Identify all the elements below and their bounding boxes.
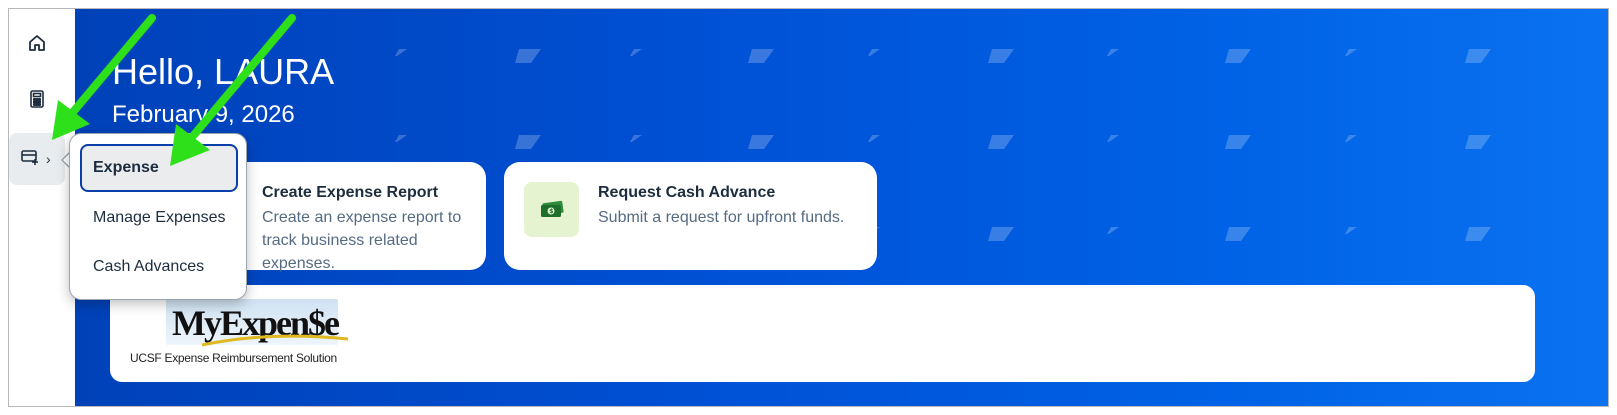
pattern-shape [1107, 135, 1119, 142]
pattern-shape [988, 135, 1014, 149]
calculator-icon [27, 89, 47, 114]
request-cash-advance-card[interactable]: $ Request Cash Advance Submit a request … [504, 162, 877, 270]
pattern-shape [515, 49, 541, 63]
logo-banner: MyExpen$e UCSF Expense Reimbursement Sol… [110, 285, 1535, 382]
logo-swoosh [201, 334, 349, 347]
pattern-shape [988, 49, 1014, 63]
expense-popover-menu: Expense Manage Expenses Cash Advances [69, 133, 247, 300]
menu-item-cash-advances[interactable]: Cash Advances [80, 243, 238, 291]
pattern-shape [1225, 227, 1251, 241]
card-title: Create Expense Report [262, 184, 439, 201]
card-description: Submit a request for upfront funds. [598, 209, 845, 226]
chevron-right-icon: › [46, 151, 51, 167]
card-description: Create an expense report to track busine… [262, 209, 462, 272]
sidebar-item-calculator[interactable] [9, 75, 65, 127]
pattern-shape [1107, 49, 1119, 56]
myexpense-logo: MyExpen$e UCSF Expense Reimbursement Sol… [130, 299, 360, 365]
pattern-shape [1107, 227, 1119, 234]
greeting-title: Hello, LAURA [112, 51, 335, 92]
pattern-shape [1225, 135, 1251, 149]
menu-item-manage-expenses[interactable]: Manage Expenses [80, 194, 238, 242]
pattern-shape [748, 135, 774, 149]
pattern-shape [395, 49, 407, 56]
pattern-shape [748, 49, 774, 63]
sidebar-item-expense[interactable]: › [9, 133, 65, 185]
pattern-shape [1465, 227, 1491, 241]
logo-subtitle: UCSF Expense Reimbursement Solution [130, 351, 337, 365]
pattern-shape [868, 49, 880, 56]
pattern-shape [515, 135, 541, 149]
menu-item-expense[interactable]: Expense [80, 144, 238, 192]
pattern-shape [1465, 135, 1491, 149]
current-date: February 9, 2026 [112, 101, 295, 128]
pattern-shape [1465, 49, 1491, 63]
sidebar-item-home[interactable] [9, 19, 65, 71]
card-title: Request Cash Advance [598, 184, 776, 201]
pattern-shape [1345, 135, 1357, 142]
sidebar-nav: › [9, 9, 75, 406]
home-icon [27, 33, 47, 58]
svg-text:$: $ [549, 208, 553, 215]
pattern-shape [1345, 227, 1357, 234]
expense-add-icon [20, 147, 40, 172]
pattern-shape [868, 135, 880, 142]
pattern-shape [630, 135, 642, 142]
pattern-shape [1225, 49, 1251, 63]
cash-icon: $ [524, 182, 579, 237]
app-frame: Hello, LAURA February 9, 2026 › Create E… [8, 8, 1609, 407]
pattern-shape [988, 227, 1014, 241]
pattern-shape [395, 135, 407, 142]
pattern-shape [630, 49, 642, 56]
pattern-shape [1345, 49, 1357, 56]
